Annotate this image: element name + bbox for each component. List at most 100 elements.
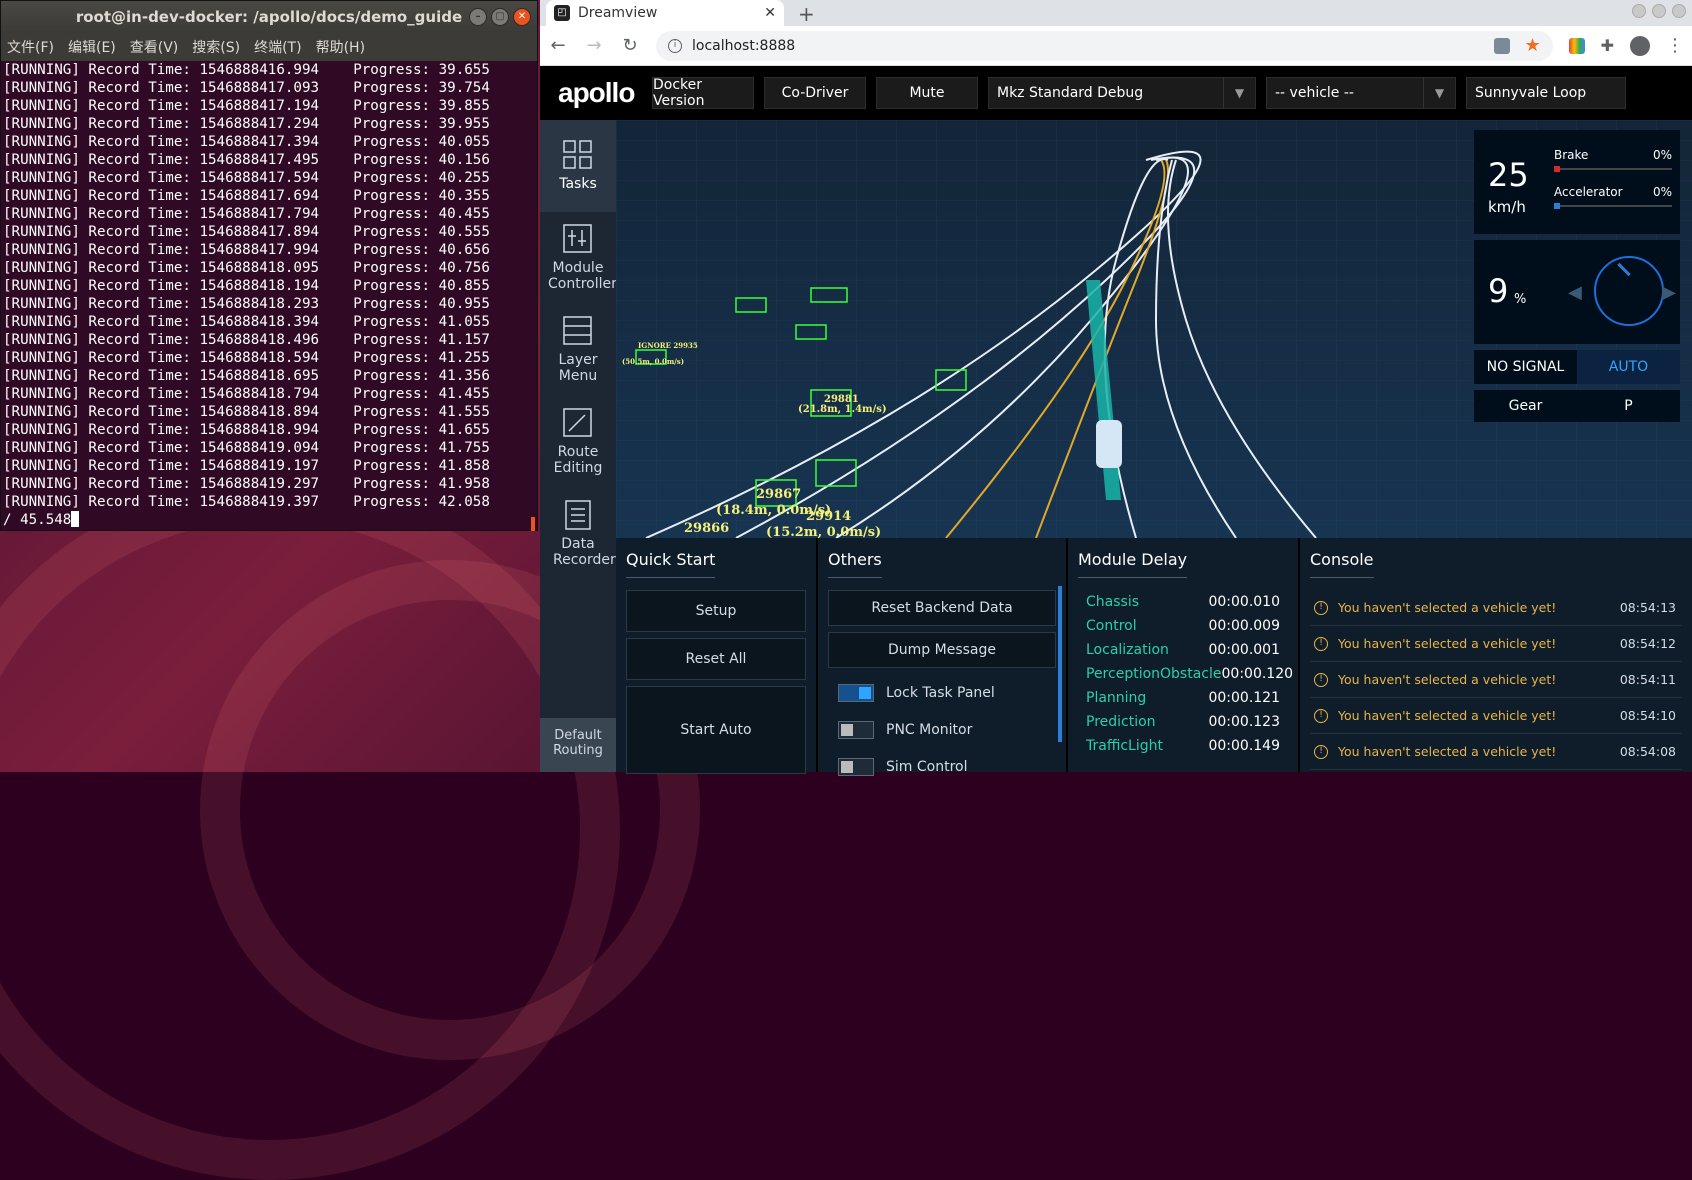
ego-vehicle bbox=[1096, 420, 1122, 468]
default-routing-button[interactable]: Default Routing bbox=[540, 718, 616, 772]
accelerator-pct: 0% bbox=[1652, 185, 1672, 199]
menu-edit[interactable]: 编辑(E) bbox=[68, 37, 116, 57]
nav-tasks[interactable]: Tasks bbox=[540, 120, 616, 212]
terminal-scrollbar[interactable] bbox=[531, 517, 535, 531]
task-panel: Quick Start Setup Reset All Start Auto O… bbox=[616, 538, 1692, 776]
maximize-button[interactable]: ▢ bbox=[491, 8, 509, 26]
bookmark-star-icon[interactable]: ★ bbox=[1524, 35, 1540, 56]
menu-terminal[interactable]: 终端(T) bbox=[254, 37, 301, 57]
vehicle-dashboard: 25 km/h Brake 0% Accelerator 0% 9 % ◀ ▶ … bbox=[1474, 130, 1680, 428]
setup-button[interactable]: Setup bbox=[626, 590, 806, 632]
terminal-window[interactable]: root@in-dev-docker: /apollo/docs/demo_gu… bbox=[0, 0, 538, 531]
mode-select-value: Mkz Standard Debug bbox=[997, 85, 1144, 101]
lock-task-panel-toggle[interactable]: Lock Task Panel bbox=[828, 674, 1056, 711]
menu-view[interactable]: 查看(V) bbox=[130, 37, 179, 57]
module-name: Planning bbox=[1086, 690, 1147, 706]
module-delay-value: 00:00.010 bbox=[1208, 594, 1280, 610]
dump-message-button[interactable]: Dump Message bbox=[828, 632, 1056, 668]
terminal-line: [RUNNING] Record Time: 1546888418.293 Pr… bbox=[3, 296, 490, 312]
terminal-titlebar[interactable]: root@in-dev-docker: /apollo/docs/demo_gu… bbox=[1, 1, 537, 33]
back-icon[interactable]: ← bbox=[548, 35, 568, 56]
quick-start-panel: Quick Start Setup Reset All Start Auto bbox=[616, 538, 816, 774]
module-name: PerceptionObstacle bbox=[1086, 666, 1222, 682]
mode-select[interactable]: Mkz Standard Debug ▼ bbox=[988, 77, 1256, 109]
terminal-line: [RUNNING] Record Time: 1546888417.495 Pr… bbox=[3, 152, 490, 168]
speed-panel: 25 km/h Brake 0% Accelerator 0% bbox=[1474, 130, 1680, 234]
menu-file[interactable]: 文件(F) bbox=[7, 37, 54, 57]
dreamview-header: apollo Docker Version Co-Driver Mute Mkz… bbox=[540, 66, 1692, 120]
terminal-line: [RUNNING] Record Time: 1546888417.994 Pr… bbox=[3, 242, 490, 258]
browser-toolbar: ← → ↻ i localhost:8888 ★ ✚ ⋮ bbox=[540, 26, 1692, 66]
extension-icon[interactable] bbox=[1568, 37, 1585, 54]
nav-label: Route Editing bbox=[553, 444, 603, 476]
site-info-icon[interactable]: i bbox=[668, 38, 682, 53]
close-button[interactable]: ✕ bbox=[513, 8, 531, 26]
console-message: ! You haven't selected a vehicle yet! 08:5… bbox=[1310, 734, 1682, 770]
sliders-icon bbox=[563, 224, 592, 253]
extensions-puzzle-icon[interactable]: ✚ bbox=[1601, 36, 1614, 55]
brake-meter: Brake 0% bbox=[1554, 148, 1672, 172]
console-message-time: 08:54:13 bbox=[1619, 600, 1676, 615]
reset-backend-data-button[interactable]: Reset Backend Data bbox=[828, 590, 1056, 626]
console-message-text: You haven't selected a vehicle yet! bbox=[1338, 636, 1557, 651]
3d-scene-view[interactable]: 29867 (18.4m, 0.0m/s) 29914 (15.2m, 0.0m… bbox=[616, 120, 1692, 538]
terminal-line: [RUNNING] Record Time: 1546888418.695 Pr… bbox=[3, 368, 490, 384]
menu-help[interactable]: 帮助(H) bbox=[316, 37, 365, 57]
sim-control-toggle[interactable]: Sim Control bbox=[828, 748, 1056, 785]
map-select[interactable]: Sunnyvale Loop bbox=[1466, 77, 1626, 109]
toggle-switch[interactable] bbox=[838, 757, 874, 776]
module-delay-value: 00:00.120 bbox=[1221, 666, 1294, 682]
vehicle-select[interactable]: -- vehicle -- ▼ bbox=[1266, 77, 1456, 109]
warning-icon: ! bbox=[1314, 744, 1328, 759]
translate-icon[interactable] bbox=[1494, 37, 1511, 54]
co-driver-button[interactable]: Co-Driver bbox=[764, 77, 866, 109]
tab-close-icon[interactable]: ✕ bbox=[764, 5, 776, 21]
new-tab-icon[interactable]: + bbox=[798, 2, 815, 26]
toggle-switch[interactable] bbox=[838, 683, 874, 702]
console-message: ! You haven't selected a vehicle yet! 08:5… bbox=[1310, 590, 1682, 626]
forward-icon[interactable]: → bbox=[584, 35, 604, 56]
others-panel: Others Reset Backend Data Dump Message L… bbox=[818, 538, 1066, 776]
tab-dreamview[interactable]: ◰ Dreamview ✕ bbox=[546, 0, 784, 26]
browser-menu-icon[interactable]: ⋮ bbox=[1666, 35, 1684, 56]
terminal-line: [RUNNING] Record Time: 1546888418.095 Pr… bbox=[3, 260, 490, 276]
console-message-time: 08:54:11 bbox=[1619, 672, 1676, 687]
others-title: Others bbox=[828, 550, 882, 578]
menu-search[interactable]: 搜索(S) bbox=[192, 37, 240, 57]
console-message-text: You haven't selected a vehicle yet! bbox=[1338, 708, 1557, 723]
terminal-output[interactable]: [RUNNING] Record Time: 1546888416.994 Pr… bbox=[1, 61, 537, 529]
terminal-cursor bbox=[71, 511, 80, 527]
nav-layer-menu[interactable]: Layer Menu bbox=[540, 304, 616, 396]
module-delay-row: Localization 00:00.001 bbox=[1078, 638, 1288, 662]
document-icon bbox=[565, 500, 591, 530]
browser-minimize-button[interactable] bbox=[1632, 4, 1646, 18]
tab-title: Dreamview bbox=[578, 5, 658, 21]
obstacle-label: (50.5m, 0.0m/s) bbox=[622, 357, 684, 366]
mute-button[interactable]: Mute bbox=[876, 77, 978, 109]
toggle-switch[interactable] bbox=[838, 720, 874, 739]
reset-all-button[interactable]: Reset All bbox=[626, 638, 806, 680]
docker-version-button[interactable]: Docker Version bbox=[652, 77, 754, 109]
terminal-line: [RUNNING] Record Time: 1546888418.394 Pr… bbox=[3, 314, 490, 330]
terminal-line: [RUNNING] Record Time: 1546888417.694 Pr… bbox=[3, 188, 490, 204]
console-message-time: 08:54:12 bbox=[1619, 636, 1676, 651]
start-auto-button[interactable]: Start Auto bbox=[626, 686, 806, 774]
minimize-button[interactable]: – bbox=[469, 8, 487, 26]
terminal-line: [RUNNING] Record Time: 1546888416.994 Pr… bbox=[3, 62, 490, 78]
reload-icon[interactable]: ↻ bbox=[620, 35, 640, 56]
nav-route-editing[interactable]: Route Editing bbox=[540, 396, 616, 488]
others-scrollbar[interactable] bbox=[1058, 586, 1062, 742]
pnc-monitor-toggle[interactable]: PNC Monitor bbox=[828, 711, 1056, 748]
browser-close-button[interactable] bbox=[1672, 4, 1686, 18]
terminal-line: [RUNNING] Record Time: 1546888418.594 Pr… bbox=[3, 350, 490, 366]
browser-maximize-button[interactable] bbox=[1652, 4, 1666, 18]
side-navigation: Tasks Module Controller Layer Menu Route… bbox=[540, 120, 617, 772]
console-title: Console bbox=[1310, 550, 1374, 578]
obstacle-label: 29914 bbox=[806, 509, 851, 524]
terminal-line: [RUNNING] Record Time: 1546888418.794 Pr… bbox=[3, 386, 490, 402]
nav-module-controller[interactable]: Module Controller bbox=[540, 212, 617, 304]
nav-label: Data Recorder bbox=[553, 536, 616, 568]
profile-avatar-icon[interactable] bbox=[1630, 35, 1650, 56]
nav-data-recorder[interactable]: Data Recorder bbox=[540, 488, 616, 580]
address-bar[interactable]: i localhost:8888 ★ bbox=[656, 30, 1553, 61]
